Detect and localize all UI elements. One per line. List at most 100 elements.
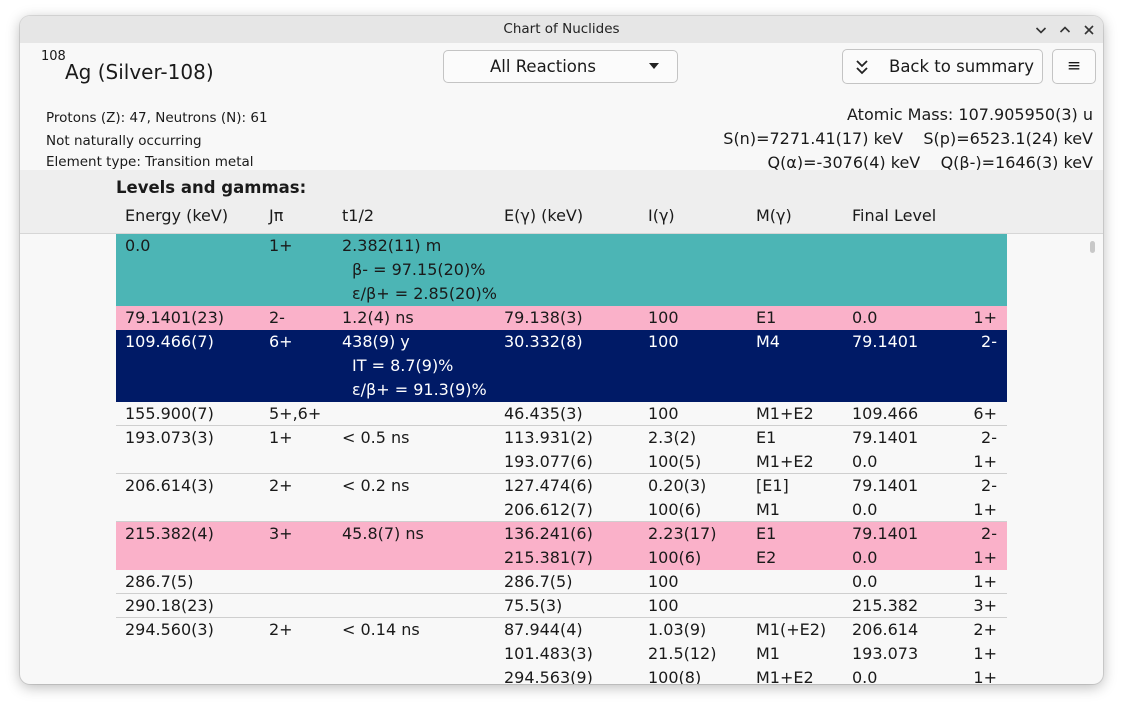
gamma-energy: 79.138(3): [504, 308, 583, 327]
level-half-life: < 0.14 ns: [342, 620, 420, 639]
col-header-half-life[interactable]: t1/2: [342, 206, 374, 225]
hamburger-menu-icon: ≡: [1066, 56, 1082, 76]
level-spin-parity: 1+: [269, 428, 293, 447]
separation-energies: S(n)=7271.41(17) keV S(p)=6523.1(24) keV: [723, 129, 1093, 148]
gamma-energy: 215.381(7): [504, 548, 593, 567]
col-header-jpi[interactable]: Jπ: [269, 206, 283, 225]
table-row[interactable]: 0.0 1+ 2.382(11) m β- = 97.15(20)% ε/β+ = 2.…: [116, 234, 1007, 306]
decay-branch: β- = 97.15(20)%: [352, 260, 486, 279]
level-spin-parity: 5+,6+: [269, 404, 322, 423]
level-spin-parity: 2+: [269, 476, 293, 495]
gamma-energy: 294.563(9): [504, 668, 593, 684]
close-button[interactable]: [1078, 19, 1100, 41]
gamma-intensity: 100(6): [648, 548, 702, 567]
final-level-spin-parity: 6+: [973, 404, 997, 423]
gamma-intensity: 100(5): [648, 452, 702, 471]
gamma-energy: 193.077(6): [504, 452, 593, 471]
level-energy: 206.614(3): [125, 476, 214, 495]
level-half-life: 438(9) y: [342, 332, 410, 351]
final-level-spin-parity: 2-: [981, 476, 997, 495]
table-row[interactable]: 109.466(7) 6+ 438(9) y IT = 8.7(9)% ε/β+ = 9…: [116, 330, 1007, 402]
gamma-multipolarity: M1+E2: [756, 668, 814, 684]
level-energy: 155.900(7): [125, 404, 214, 423]
table-row[interactable]: 215.382(4) 3+ 45.8(7) ns 136.241(6) 2.23(17)…: [116, 522, 1007, 570]
gamma-energy: 87.944(4): [504, 620, 583, 639]
final-level-energy: 0.0: [852, 500, 878, 519]
gamma-multipolarity: M4: [756, 332, 780, 351]
table-row[interactable]: 155.900(7) 5+,6+ 46.435(3) 100 M1+E2 109.466 6…: [116, 402, 1007, 426]
reactions-dropdown[interactable]: All Reactions: [443, 50, 678, 83]
level-half-life: < 0.2 ns: [342, 476, 410, 495]
final-level-energy: 215.382: [852, 596, 919, 615]
final-level-energy: 206.614: [852, 620, 919, 639]
scrollbar-thumb[interactable]: [1090, 241, 1095, 253]
col-header-final-level[interactable]: Final Level: [852, 206, 936, 225]
gamma-intensity: 2.3(2): [648, 428, 697, 447]
protons-neutrons: Protons (Z): 47, Neutrons (N): 61: [46, 110, 268, 126]
final-level-energy: 193.073: [852, 644, 919, 663]
gamma-energy: 75.5(3): [504, 596, 563, 615]
gamma-energy: 206.612(7): [504, 500, 593, 519]
gamma-intensity: 2.23(17): [648, 524, 717, 543]
gamma-multipolarity: E1: [756, 428, 777, 447]
gamma-energy: 127.474(6): [504, 476, 593, 495]
table-row[interactable]: 193.073(3) 1+ < 0.5 ns 113.931(2) 2.3(2) E1 79…: [116, 426, 1007, 474]
gamma-intensity: 100: [648, 308, 679, 327]
final-level-energy: 79.1401: [852, 428, 919, 447]
gamma-intensity: 100: [648, 572, 679, 591]
final-level-spin-parity: 1+: [973, 500, 997, 519]
level-energy: 294.560(3): [125, 620, 214, 639]
close-icon: [1084, 25, 1094, 35]
level-energy: 79.1401(23): [125, 308, 225, 327]
gamma-energy: 286.7(5): [504, 572, 573, 591]
final-level-energy: 79.1401: [852, 476, 919, 495]
final-level-spin-parity: 1+: [973, 548, 997, 567]
gamma-intensity: 0.20(3): [648, 476, 707, 495]
levels-title: Levels and gammas:: [116, 178, 307, 197]
caret-down-icon: [649, 63, 659, 69]
col-header-multipolarity[interactable]: M(γ): [756, 206, 792, 225]
minimize-button[interactable]: [1030, 19, 1052, 41]
table-row[interactable]: 79.1401(23) 2- 1.2(4) ns 79.138(3) 100 E1 0.0 1…: [116, 306, 1007, 330]
title-bar[interactable]: Chart of Nuclides: [20, 16, 1103, 43]
col-header-energy[interactable]: Energy (keV): [125, 206, 228, 225]
decay-branch: ε/β+ = 91.3(9)%: [352, 380, 487, 399]
final-level-energy: 79.1401: [852, 524, 919, 543]
occurrence-status: Not naturally occurring: [46, 133, 202, 149]
final-level-spin-parity: 3+: [973, 596, 997, 615]
levels-table[interactable]: 0.0 1+ 2.382(11) m β- = 97.15(20)% ε/β+ = 2.…: [116, 234, 1007, 684]
level-energy: 0.0: [125, 236, 151, 255]
decay-branch: IT = 8.7(9)%: [352, 356, 454, 375]
table-row[interactable]: 290.18(23) 75.5(3) 100 215.382 3+: [116, 594, 1007, 618]
chevron-down-icon: [1035, 27, 1047, 34]
final-level-energy: 0.0: [852, 308, 878, 327]
level-energy: 193.073(3): [125, 428, 214, 447]
gamma-multipolarity: M1: [756, 500, 780, 519]
menu-button[interactable]: ≡: [1052, 49, 1096, 84]
gamma-multipolarity: M1+E2: [756, 452, 814, 471]
final-level-spin-parity: 1+: [973, 572, 997, 591]
table-row[interactable]: 294.560(3) 2+ < 0.14 ns 87.944(4) 1.03(9) M1(…: [116, 618, 1007, 684]
level-half-life: 1.2(4) ns: [342, 308, 414, 327]
maximize-button[interactable]: [1054, 19, 1076, 41]
gamma-intensity: 100(8): [648, 668, 702, 684]
gamma-energy: 101.483(3): [504, 644, 593, 663]
col-header-gamma-energy[interactable]: E(γ) (keV): [504, 206, 583, 225]
nuclide-header: 108 Ag (Silver-108) Protons (Z): 47, Neu…: [20, 43, 1103, 172]
vertical-scrollbar[interactable]: [1090, 239, 1096, 677]
element-type: Element type: Transition metal: [46, 154, 254, 170]
gamma-energy: 46.435(3): [504, 404, 583, 423]
table-row[interactable]: 286.7(5) 286.7(5) 100 0.0 1+: [116, 570, 1007, 594]
col-header-gamma-intensity[interactable]: I(γ): [648, 206, 675, 225]
gamma-energy: 30.332(8): [504, 332, 583, 351]
final-level-spin-parity: 1+: [973, 644, 997, 663]
gamma-multipolarity: M1: [756, 644, 780, 663]
final-level-energy: 79.1401: [852, 332, 919, 351]
final-level-spin-parity: 1+: [973, 668, 997, 684]
gamma-multipolarity: E1: [756, 308, 777, 327]
gamma-intensity: 100: [648, 596, 679, 615]
table-row[interactable]: 206.614(3) 2+ < 0.2 ns 127.474(6) 0.20(3) [E1…: [116, 474, 1007, 522]
back-to-summary-button[interactable]: Back to summary: [842, 49, 1043, 84]
window-title: Chart of Nuclides: [503, 21, 620, 37]
final-level-energy: 109.466: [852, 404, 919, 423]
